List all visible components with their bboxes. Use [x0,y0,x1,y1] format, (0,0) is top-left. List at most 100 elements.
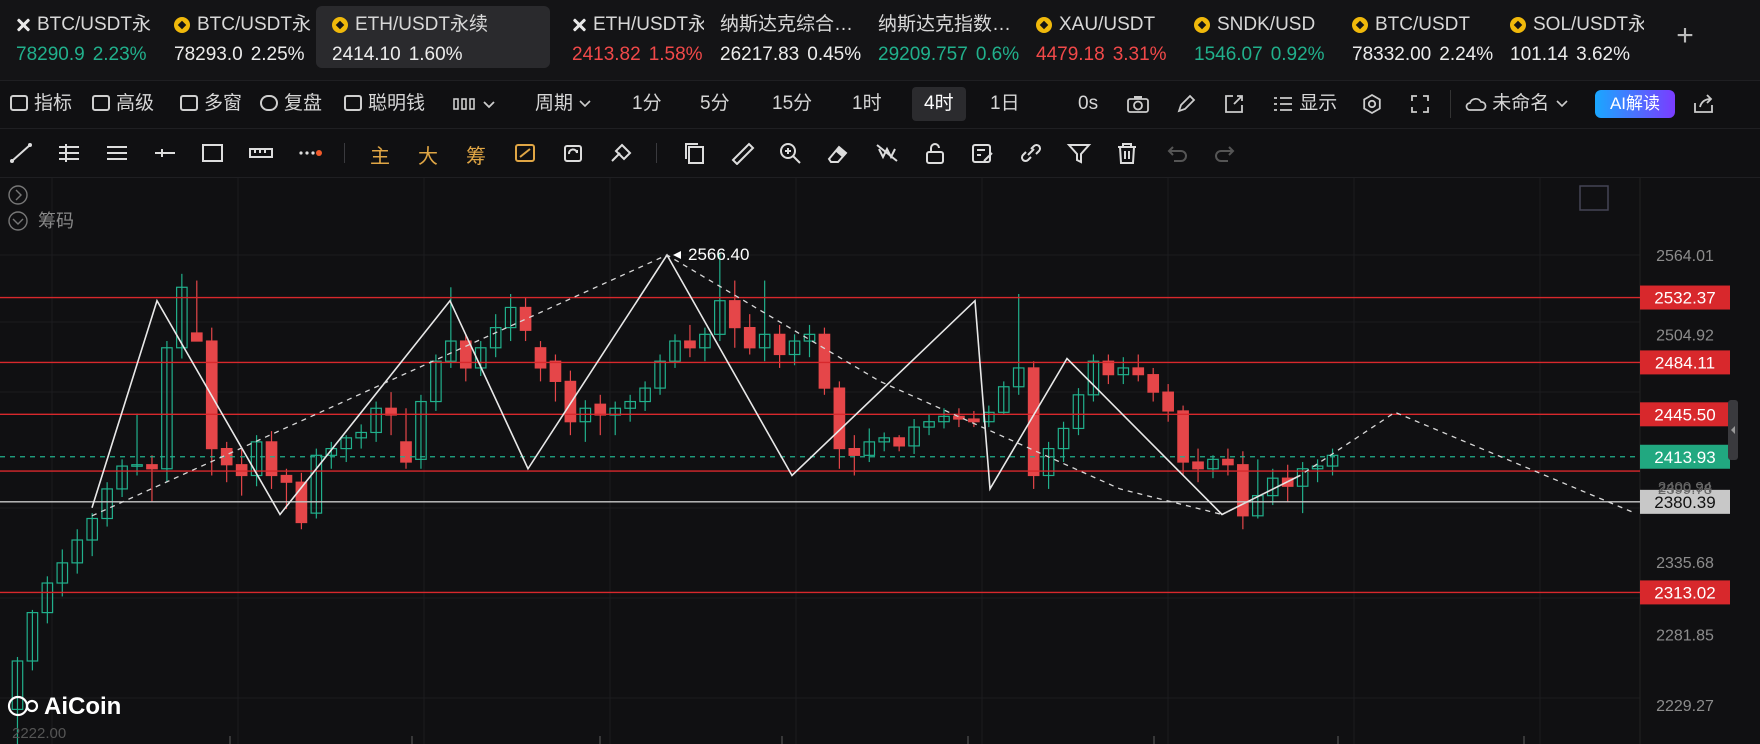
link-icon[interactable] [1018,141,1044,165]
magnet-icon[interactable] [512,141,538,165]
symbol-price: 2413.82 [572,44,641,65]
display-label: 显示 [1299,93,1338,114]
undo-icon[interactable] [1164,141,1190,165]
candle-body [1237,464,1249,517]
period-button-5[interactable]: 1日 [990,80,1020,128]
symbol-name: SNDK/USD [1217,14,1316,35]
indicators-button[interactable]: 指标 [10,80,72,128]
symbol-tab[interactable]: ETH/USDT永 2413.82 1.58% [556,6,704,68]
filter-icon[interactable] [1066,141,1092,165]
symbol-tab[interactable]: XAU/USDT 4479.18 3.31% [1020,6,1178,68]
symbol-tab[interactable]: 纳斯达克指数… 29209.757 0.6% [862,6,1020,68]
add-tab-button[interactable]: + [1670,16,1700,56]
horizontal-lines-tool-icon[interactable] [104,141,130,165]
period-button-3[interactable]: 1时 [852,80,882,128]
candle-body [728,300,741,329]
candle-body [280,474,293,483]
rectangle-tool-icon[interactable] [200,141,226,165]
fullscreen-button[interactable] [1406,80,1434,128]
symbol-price: 29209.757 [878,44,968,65]
symbol-change: 0.92% [1270,44,1325,65]
parallel-channel-tool-icon[interactable] [56,141,82,165]
ruler-measure-icon[interactable] [730,141,756,165]
horizontal-ray-tool-icon[interactable] [152,141,178,165]
display-button[interactable]: 显示 [1272,80,1337,128]
exchange-coin-icon [1194,17,1210,33]
period-button-0[interactable]: 1分 [632,80,662,128]
main-indicator-toggle[interactable]: 主 [370,140,390,169]
candle-body [953,415,965,420]
smart-money-button[interactable]: 聪明钱 [344,80,425,128]
symbol-tab[interactable]: SNDK/USD 1546.07 0.92% [1178,6,1336,68]
settings-button[interactable] [1358,80,1386,128]
symbol-tab[interactable]: SOL/USDT永 101.14 3.62% [1494,6,1644,68]
candle-body [1192,461,1204,470]
multi-window-button[interactable]: 多窗 [180,80,242,128]
edit-button[interactable] [1172,80,1200,128]
advanced-button[interactable]: 高级 [92,80,154,128]
exchange-x-icon [572,18,586,32]
symbol-name: 纳斯达克综合… [720,14,854,35]
symbol-tab[interactable]: 纳斯达克综合… 26217.83 0.45% [704,6,862,68]
trendline-tool-icon[interactable] [8,141,34,165]
ai-interpret-button[interactable]: AI解读 [1595,90,1675,118]
symbol-name: SOL/USDT永 [1533,14,1644,35]
symbol-change: 0.6% [975,44,1020,65]
candle-body [818,333,831,389]
drawbar-divider [656,143,657,163]
symbol-change: 0.45% [807,44,862,65]
candle-body [564,380,577,423]
symbol-price: 26217.83 [720,44,800,65]
export-button[interactable] [1690,80,1718,128]
aicoin-logo-icon [25,699,39,713]
smart-money-label: 聪明钱 [368,93,426,114]
symbol-quote: 78293.0 2.25% [174,44,306,66]
big-order-toggle[interactable]: 大 [418,140,438,169]
share-window-button[interactable] [1220,80,1248,128]
copy-icon[interactable] [682,141,708,165]
zoom-in-icon[interactable] [778,141,804,165]
exchange-coin-icon [332,17,348,33]
camera-button[interactable] [1124,80,1152,128]
symbol-change: 1.60% [408,44,463,65]
period-button-2[interactable]: 15分 [772,80,812,128]
side-panel-handle[interactable] [1728,400,1738,460]
brush-clear-icon[interactable] [608,141,634,165]
price-axis-label: 2229.27 [1656,698,1714,715]
symbol-name: ETH/USDT永 [593,14,704,35]
sync-drawing-icon[interactable] [560,141,586,165]
period-button-4[interactable]: 4时 [912,87,966,121]
chevron-down-icon [1556,100,1568,108]
candle-type-icon [453,98,495,110]
edit-note-icon[interactable] [970,141,996,165]
candlestick-chart[interactable]: 2532.372484.112445.502380.392313.022413.… [0,178,1760,744]
symbol-tab[interactable]: BTC/USDT 78332.00 2.24% [1336,6,1494,68]
symbol-tab[interactable]: ETH/USDT永续 2414.10 1.60% [316,6,550,68]
unlock-icon[interactable] [922,141,948,165]
peak-price-label: 2566.40 [688,245,749,264]
more-tools-icon[interactable] [296,141,322,165]
exchange-coin-icon [174,17,190,33]
symbol-tab-bar: BTC/USDT永 78290.9 2.23% BTC/USDT永 78293.0 2.2… [0,0,1760,81]
eraser-icon[interactable] [826,141,852,165]
redo-icon[interactable] [1212,141,1238,165]
symbol-tab-name: 纳斯达克综合… [720,14,854,36]
countdown-button[interactable]: 0s [1078,80,1098,128]
layout-name-dropdown[interactable]: 未命名 [1465,80,1569,128]
symbol-change: 2.24% [1439,44,1494,65]
symbol-name: 纳斯达克指数… [878,14,1012,35]
hide-drawings-icon[interactable] [874,141,900,165]
period-dropdown[interactable]: 周期 [535,80,592,128]
symbol-tab[interactable]: BTC/USDT永 78290.9 2.23% [0,6,158,68]
period-button-1[interactable]: 5分 [700,80,730,128]
dashed-projection-line [91,254,1636,517]
candle-body [1147,374,1160,393]
replay-button[interactable]: 复盘 [260,80,322,128]
ruler-tool-icon[interactable] [248,141,274,165]
trash-icon[interactable] [1114,141,1140,165]
chips-toggle[interactable]: 筹 [466,140,486,169]
candle-body [549,360,562,382]
symbol-name: ETH/USDT永续 [355,14,489,35]
symbol-tab[interactable]: BTC/USDT永 78293.0 2.25% [158,6,316,68]
chart-type-dropdown[interactable] [452,80,498,128]
